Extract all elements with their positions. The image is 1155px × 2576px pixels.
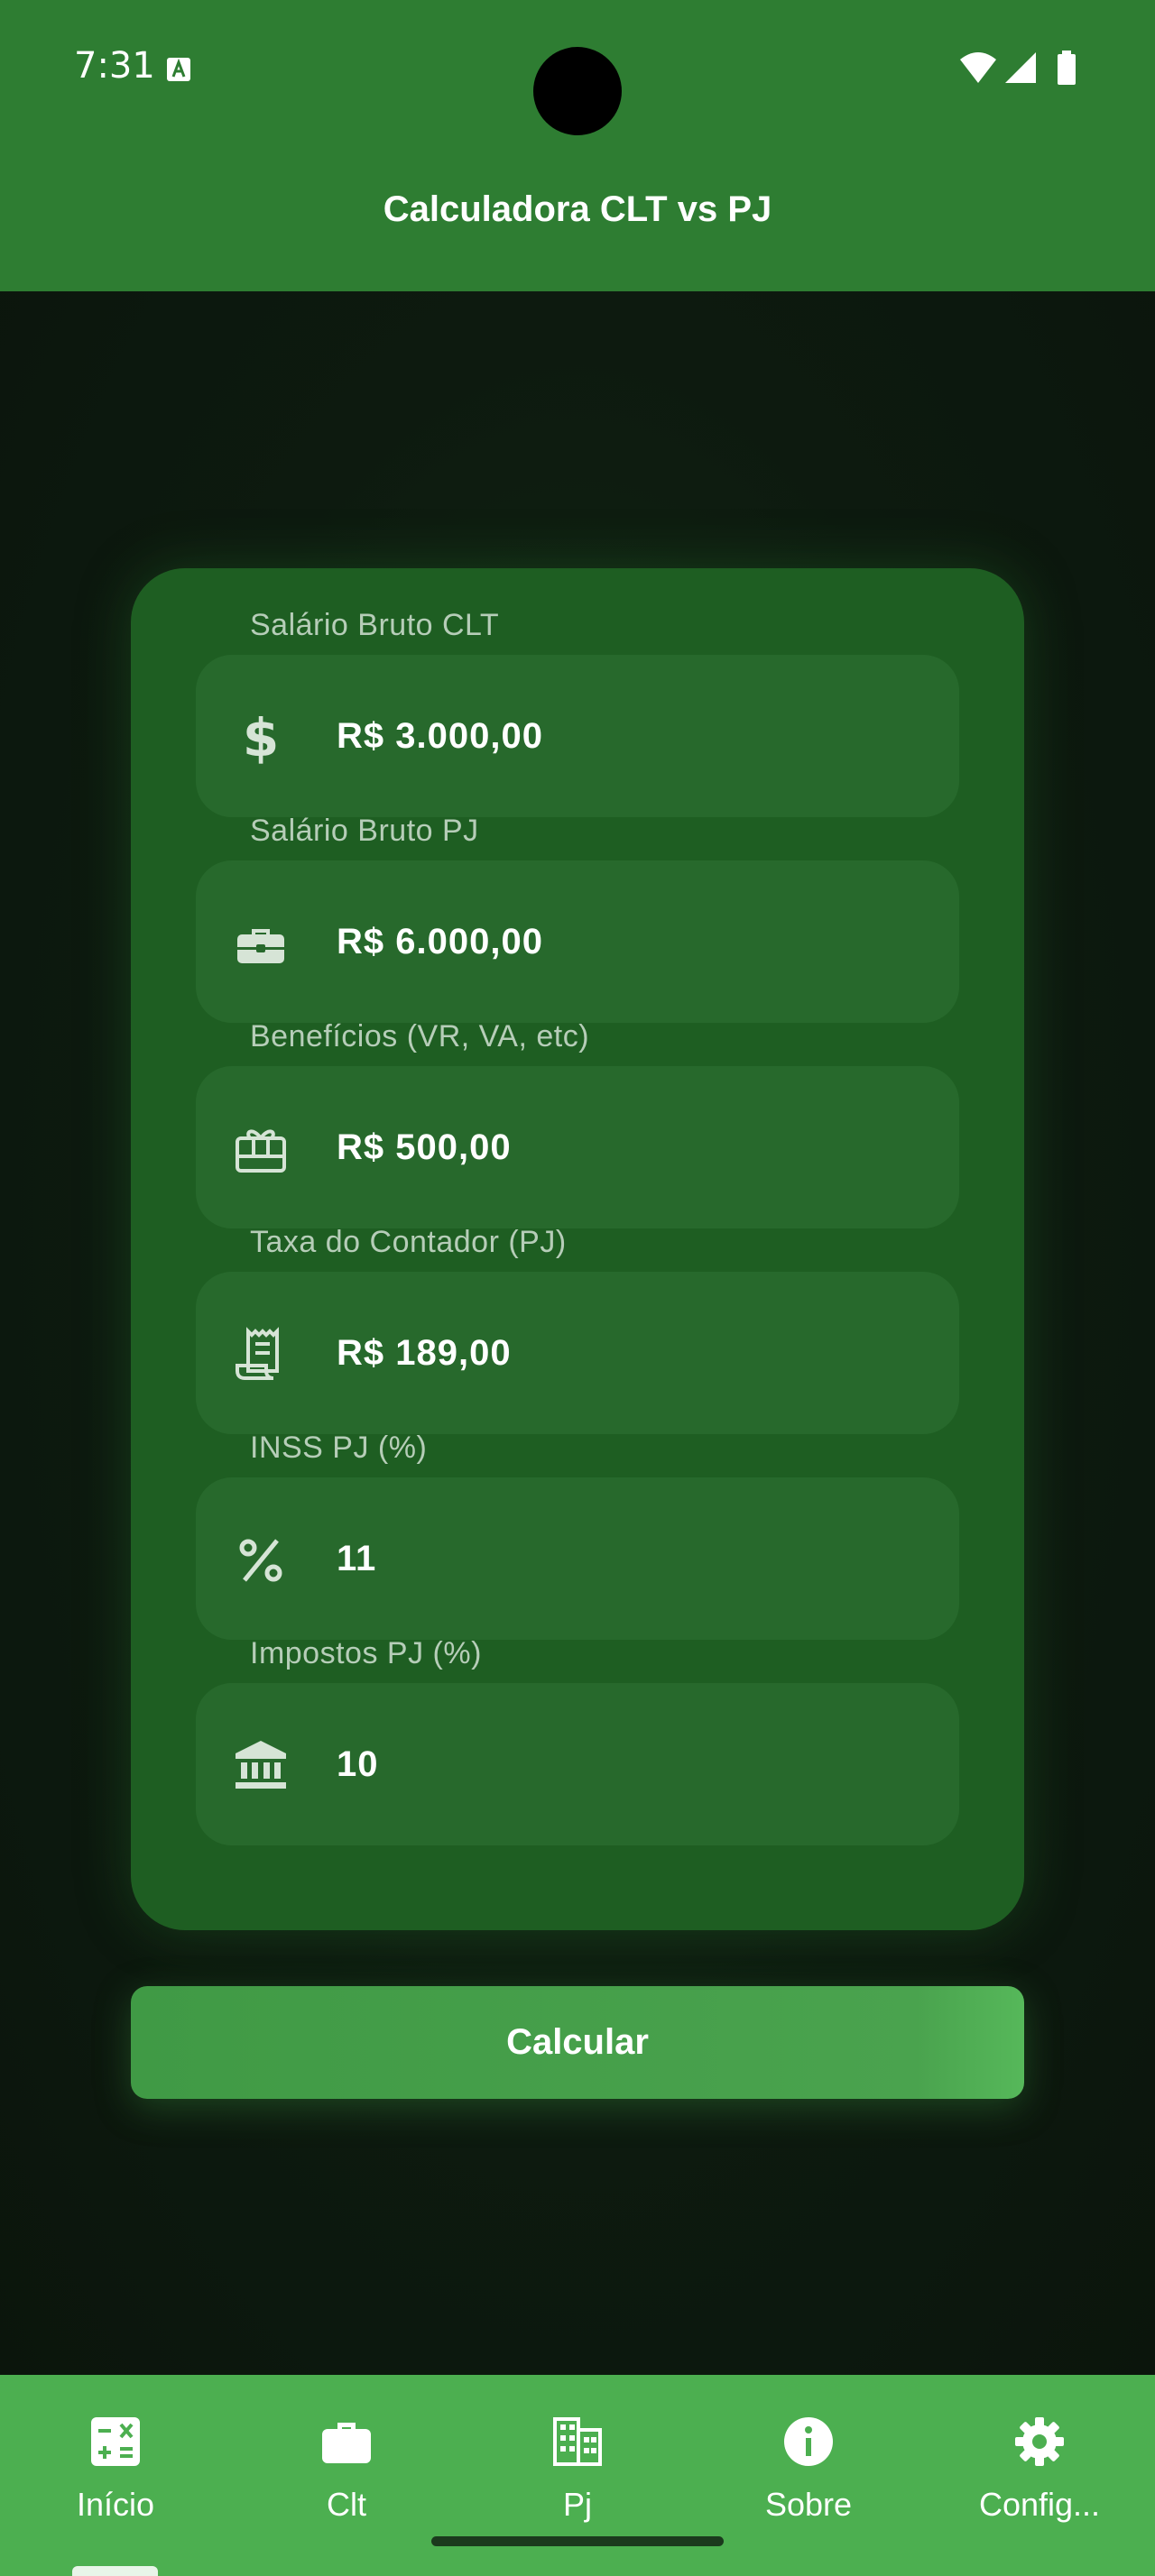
field-label: Benefícios (VR, VA, etc) [250, 1019, 590, 1053]
field-label: Taxa do Contador (PJ) [250, 1225, 567, 1259]
nav-label: Config... [978, 2486, 1101, 2523]
field-taxa-contador[interactable]: Taxa do Contador (PJ) [196, 1225, 959, 1434]
briefcase-icon [322, 2423, 371, 2463]
status-time: 7:31 [74, 45, 155, 87]
status-bar: 7:31 [0, 0, 1155, 135]
salario-clt-input[interactable] [337, 655, 914, 817]
nav-item-sobre[interactable]: Sobre [693, 2375, 924, 2576]
nav-label: Clt [327, 2486, 366, 2523]
field-label: Salário Bruto CLT [250, 608, 500, 642]
home-indicator[interactable] [431, 2536, 724, 2546]
nav-item-inicio[interactable]: Início [0, 2375, 231, 2576]
calculate-button[interactable]: Calcular [131, 1986, 1024, 2099]
input-card: Salário Bruto CLT $ Salário Bruto PJ Ben… [131, 568, 1024, 1930]
bank-icon [232, 1737, 290, 1795]
field-label: Impostos PJ (%) [250, 1636, 482, 1670]
page-title: Calculadora CLT vs PJ [383, 189, 772, 229]
gear-icon [1015, 2417, 1064, 2466]
field-salario-clt[interactable]: Salário Bruto CLT $ [196, 608, 959, 817]
nav-item-config[interactable]: Config... [924, 2375, 1155, 2576]
dollar-icon: $ [232, 707, 290, 768]
status-icons [960, 51, 1076, 85]
field-label: Salário Bruto PJ [250, 814, 479, 848]
gift-card-icon [232, 1120, 290, 1178]
building-icon [553, 2417, 602, 2466]
nav-label: Início [76, 2486, 155, 2523]
percent-icon [232, 1532, 290, 1589]
battery-icon [1058, 51, 1076, 85]
nav-label: Sobre [764, 2486, 853, 2523]
field-salario-pj[interactable]: Salário Bruto PJ [196, 814, 959, 1023]
app-bar: 7:31 Calculadora CLT vs PJ [0, 0, 1155, 291]
briefcase-icon [232, 915, 290, 972]
taxa-contador-input[interactable] [337, 1272, 914, 1434]
svg-text:$: $ [243, 709, 279, 767]
calculator-icon [91, 2417, 140, 2466]
field-beneficios[interactable]: Benefícios (VR, VA, etc) [196, 1019, 959, 1228]
info-icon [784, 2417, 833, 2466]
inss-pj-input[interactable] [337, 1477, 914, 1640]
salario-pj-input[interactable] [337, 860, 914, 1023]
field-label: INSS PJ (%) [250, 1431, 428, 1465]
receipt-icon [232, 1326, 290, 1384]
beneficios-input[interactable] [337, 1066, 914, 1228]
impostos-pj-input[interactable] [337, 1683, 914, 1845]
active-tab-indicator [72, 2566, 158, 2576]
wifi-icon [960, 52, 996, 83]
signal-icon [1005, 52, 1036, 83]
nav-label: Pj [562, 2486, 592, 2523]
field-impostos-pj[interactable]: Impostos PJ (%) [196, 1636, 959, 1845]
camera-cutout [533, 47, 622, 135]
accessibility-notification-icon [167, 58, 190, 81]
nav-item-clt[interactable]: Clt [231, 2375, 462, 2576]
field-inss-pj[interactable]: INSS PJ (%) [196, 1431, 959, 1640]
